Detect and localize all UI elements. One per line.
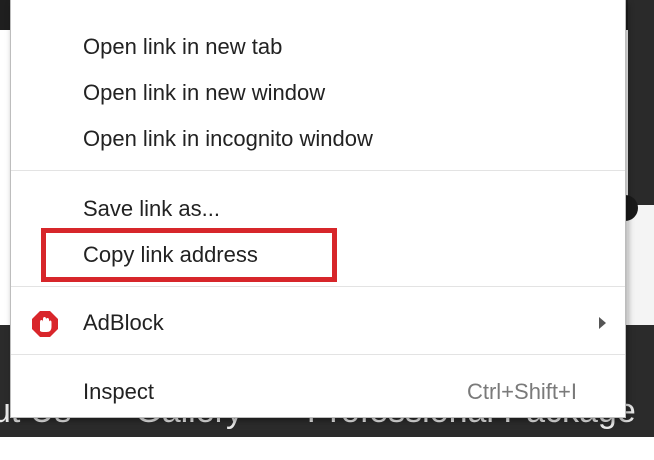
highlight-box: [41, 228, 337, 282]
menu-item-label: Save link as...: [83, 196, 220, 221]
menu-item-open-new-window[interactable]: Open link in new window: [11, 73, 625, 113]
menu-item-label: Open link in new tab: [83, 34, 283, 59]
menu-item-inspect[interactable]: Inspect Ctrl+Shift+I: [11, 372, 625, 412]
context-menu: Open link in new tab Open link in new wi…: [10, 0, 626, 418]
menu-separator: [11, 170, 625, 171]
menu-separator: [11, 286, 625, 287]
menu-item-label: Inspect: [83, 379, 154, 404]
adblock-icon: [32, 311, 58, 337]
menu-item-open-incognito[interactable]: Open link in incognito window: [11, 119, 625, 159]
menu-item-label: AdBlock: [83, 310, 164, 335]
menu-separator: [11, 354, 625, 355]
background-footer: [0, 437, 654, 460]
menu-item-label: Open link in new window: [83, 80, 326, 105]
background-side-strip: [628, 0, 654, 205]
submenu-arrow-icon: [599, 317, 606, 329]
menu-item-save-link-as[interactable]: Save link as...: [11, 189, 625, 229]
menu-item-open-new-tab[interactable]: Open link in new tab: [11, 27, 625, 67]
menu-item-label: Open link in incognito window: [83, 126, 373, 151]
background-side-panel: [628, 205, 654, 325]
menu-item-shortcut: Ctrl+Shift+I: [466, 379, 577, 404]
menu-item-adblock[interactable]: AdBlock: [11, 303, 625, 343]
